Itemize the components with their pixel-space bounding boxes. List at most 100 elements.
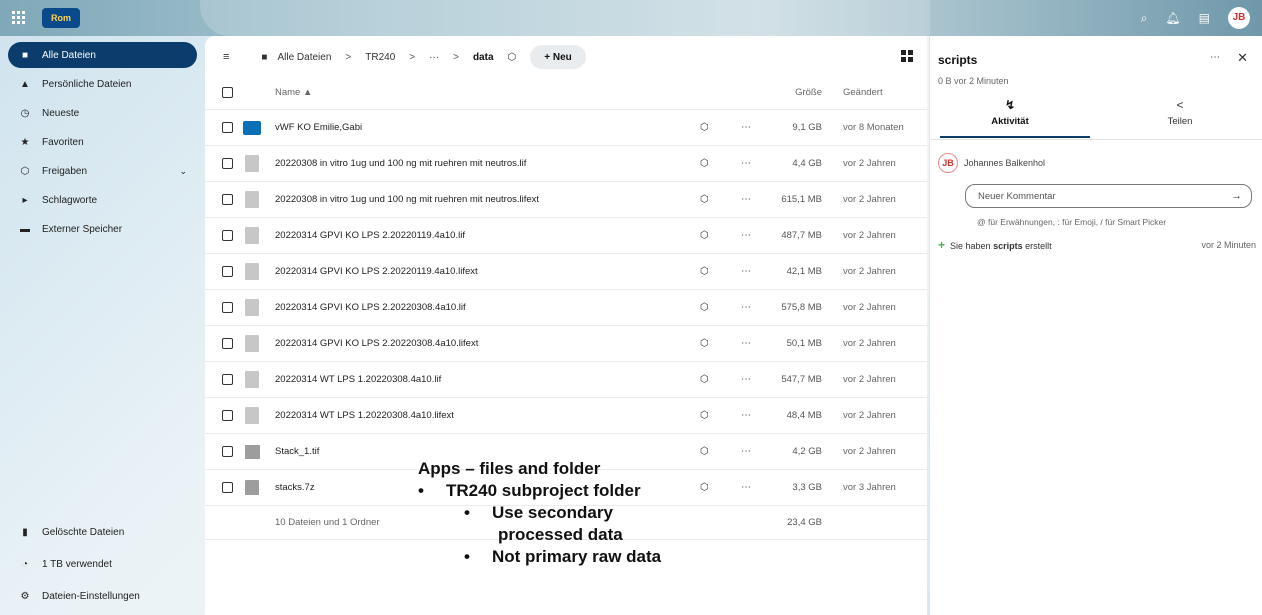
more-actions-icon[interactable]: ⋯ xyxy=(741,482,751,493)
breadcrumb-alle-dateien[interactable]: Alle Dateien xyxy=(277,52,331,63)
share-icon[interactable]: ⬡ xyxy=(700,194,709,205)
table-row[interactable]: 20220314 WT LPS 1.20220308.4a10.lif ⬡ ⋯ … xyxy=(205,362,927,398)
share-icon[interactable]: ⬡ xyxy=(700,374,709,385)
share-icon[interactable]: ⬡ xyxy=(700,158,709,169)
column-modified-header[interactable]: Geändert xyxy=(843,87,883,98)
sidebar-item-alle-dateien[interactable]: ■ Alle Dateien xyxy=(8,42,197,68)
share-icon[interactable]: ⬡ xyxy=(700,446,709,457)
comment-input[interactable]: Neuer Kommentar → xyxy=(965,184,1252,208)
close-icon[interactable]: ✕ xyxy=(1237,50,1248,66)
file-name[interactable]: 20220314 GPVI KO LPS 2.20220308.4a10.lif xyxy=(275,302,466,313)
total-size: 23,4 GB xyxy=(787,517,822,528)
more-actions-icon[interactable]: ⋯ xyxy=(741,302,751,313)
share-icon[interactable]: ⬡ xyxy=(700,410,709,421)
breadcrumb-more[interactable]: ··· xyxy=(429,52,439,63)
table-row[interactable]: 20220308 in vitro 1ug und 100 ng mit rue… xyxy=(205,182,927,218)
row-checkbox[interactable] xyxy=(222,194,233,205)
notifications-icon[interactable]: 🔔︎ xyxy=(1165,11,1180,25)
sidebar-item-geloeschte-dateien[interactable]: ▮ Gelöschte Dateien xyxy=(8,519,198,545)
table-row[interactable]: 20220314 WT LPS 1.20220308.4a10.lifext ⬡… xyxy=(205,398,927,434)
table-row[interactable]: 20220314 GPVI KO LPS 2.20220119.4a10.lif… xyxy=(205,218,927,254)
share-icon[interactable]: ⬡ xyxy=(700,122,709,133)
breadcrumb-separator: > xyxy=(409,51,416,63)
storage-usage[interactable]: ◔ 1 TB verwendet xyxy=(8,551,198,577)
sidebar-item-schlagworte[interactable]: ▸ Schlagworte xyxy=(8,187,197,213)
more-actions-icon[interactable]: ⋯ xyxy=(741,266,751,277)
table-row[interactable]: 20220314 GPVI KO LPS 2.20220308.4a10.lif… xyxy=(205,290,927,326)
table-row[interactable]: vWF KO Emilie,Gabi ⬡ ⋯ 9,1 GB vor 8 Mona… xyxy=(205,110,927,146)
more-actions-icon[interactable]: ⋯ xyxy=(741,338,751,349)
row-checkbox[interactable] xyxy=(222,122,233,133)
share-icon[interactable]: ⬡ xyxy=(700,230,709,241)
slide-annotation: Apps – files and folder • TR240 subprojec… xyxy=(418,458,661,568)
sidebar-item-externer-speicher[interactable]: ▬ Externer Speicher xyxy=(8,216,197,242)
breadcrumb-tr240[interactable]: TR240 xyxy=(365,52,395,63)
row-checkbox[interactable] xyxy=(222,482,233,493)
chevron-down-icon[interactable]: ⌄ xyxy=(179,166,187,177)
file-name[interactable]: vWF KO Emilie,Gabi xyxy=(275,122,362,133)
more-actions-icon[interactable]: ⋯ xyxy=(741,230,751,241)
user-avatar[interactable]: JB xyxy=(1228,7,1250,29)
activity-file-link[interactable]: scripts xyxy=(993,241,1023,251)
row-checkbox[interactable] xyxy=(222,338,233,349)
search-icon[interactable]: ⌕ xyxy=(1141,11,1148,26)
share-icon[interactable]: ⬡ xyxy=(700,302,709,313)
user-icon: ▲ xyxy=(20,78,30,90)
sidebar-item-einstellungen[interactable]: ⚙ Dateien-Einstellungen xyxy=(8,583,198,609)
more-actions-icon[interactable]: ⋯ xyxy=(741,410,751,421)
row-checkbox[interactable] xyxy=(222,410,233,421)
more-actions-icon[interactable]: ⋯ xyxy=(741,194,751,205)
breadcrumb: ≡ ■ Alle Dateien > TR240 > ··· > data ⬡ … xyxy=(205,42,927,72)
app-menu-icon[interactable] xyxy=(12,11,26,25)
user-name: Johannes Balkenhol xyxy=(964,158,1046,168)
share-folder-icon[interactable]: ⬡ xyxy=(508,52,517,63)
file-name[interactable]: 20220314 GPVI KO LPS 2.20220308.4a10.lif… xyxy=(275,338,478,349)
row-checkbox[interactable] xyxy=(222,230,233,241)
send-arrow-icon[interactable]: → xyxy=(1231,190,1242,202)
file-name[interactable]: 20220308 in vitro 1ug und 100 ng mit rue… xyxy=(275,158,526,169)
sidebar-item-neueste[interactable]: ◷ Neueste xyxy=(8,100,197,126)
row-checkbox[interactable] xyxy=(222,446,233,457)
share-icon[interactable]: ⬡ xyxy=(700,266,709,277)
panel-subtitle: 0 B vor 2 Minuten xyxy=(938,76,1009,86)
file-name[interactable]: 20220314 GPVI KO LPS 2.20220119.4a10.lif… xyxy=(275,266,478,277)
table-row[interactable]: 20220314 GPVI KO LPS 2.20220119.4a10.lif… xyxy=(205,254,927,290)
file-name[interactable]: 20220314 GPVI KO LPS 2.20220119.4a10.lif xyxy=(275,230,465,241)
sidebar-item-freigaben[interactable]: ⬡ Freigaben ⌄ xyxy=(8,158,197,184)
sidebar-item-favoriten[interactable]: ★ Favoriten xyxy=(8,129,197,155)
row-checkbox[interactable] xyxy=(222,266,233,277)
sidebar-item-label: Externer Speicher xyxy=(42,223,123,235)
contacts-icon[interactable]: ▤ xyxy=(1199,11,1210,25)
table-row[interactable]: 20220308 in vitro 1ug und 100 ng mit rue… xyxy=(205,146,927,182)
row-checkbox[interactable] xyxy=(222,158,233,169)
more-actions-icon[interactable]: ⋯ xyxy=(741,374,751,385)
tab-activity[interactable]: ↯ Aktivität xyxy=(930,98,1090,138)
file-name[interactable]: 20220314 WT LPS 1.20220308.4a10.lif xyxy=(275,374,441,385)
file-name[interactable]: 20220314 WT LPS 1.20220308.4a10.lifext xyxy=(275,410,454,421)
sidebar-item-persoenliche-dateien[interactable]: ▲ Persönliche Dateien xyxy=(8,71,197,97)
file-name[interactable]: 20220308 in vitro 1ug und 100 ng mit rue… xyxy=(275,194,539,205)
new-button[interactable]: + Neu xyxy=(530,45,586,69)
file-name[interactable]: Stack_1.tif xyxy=(275,446,319,457)
tab-share[interactable]: < Teilen xyxy=(1100,98,1260,127)
file-name[interactable]: stacks.7z xyxy=(275,482,315,493)
select-all-checkbox[interactable] xyxy=(222,87,233,98)
table-row[interactable]: 20220314 GPVI KO LPS 2.20220308.4a10.lif… xyxy=(205,326,927,362)
more-actions-icon[interactable]: ⋯ xyxy=(741,446,751,457)
details-panel: scripts ⋯ ✕ 0 B vor 2 Minuten ↯ Aktivitä… xyxy=(929,36,1262,615)
more-actions-icon[interactable]: ⋯ xyxy=(741,158,751,169)
more-actions-icon[interactable]: ⋯ xyxy=(741,122,751,133)
logo[interactable]: Rom xyxy=(42,8,80,28)
toggle-sidebar-icon[interactable]: ≡ xyxy=(223,51,229,63)
share-icon[interactable]: ⬡ xyxy=(700,338,709,349)
row-checkbox[interactable] xyxy=(222,374,233,385)
column-name-header[interactable]: Name ▲ xyxy=(275,87,312,98)
share-icon[interactable]: ⬡ xyxy=(700,482,709,493)
breadcrumb-current[interactable]: data xyxy=(473,52,494,63)
panel-tabs: ↯ Aktivität < Teilen xyxy=(930,98,1262,140)
comment-hint: @ für Erwähnungen, : für Emoji, / für Sm… xyxy=(977,217,1167,227)
more-actions-icon[interactable]: ⋯ xyxy=(1210,52,1220,63)
column-size-header[interactable]: Größe xyxy=(795,87,822,98)
row-checkbox[interactable] xyxy=(222,302,233,313)
grid-view-icon[interactable] xyxy=(901,50,913,62)
